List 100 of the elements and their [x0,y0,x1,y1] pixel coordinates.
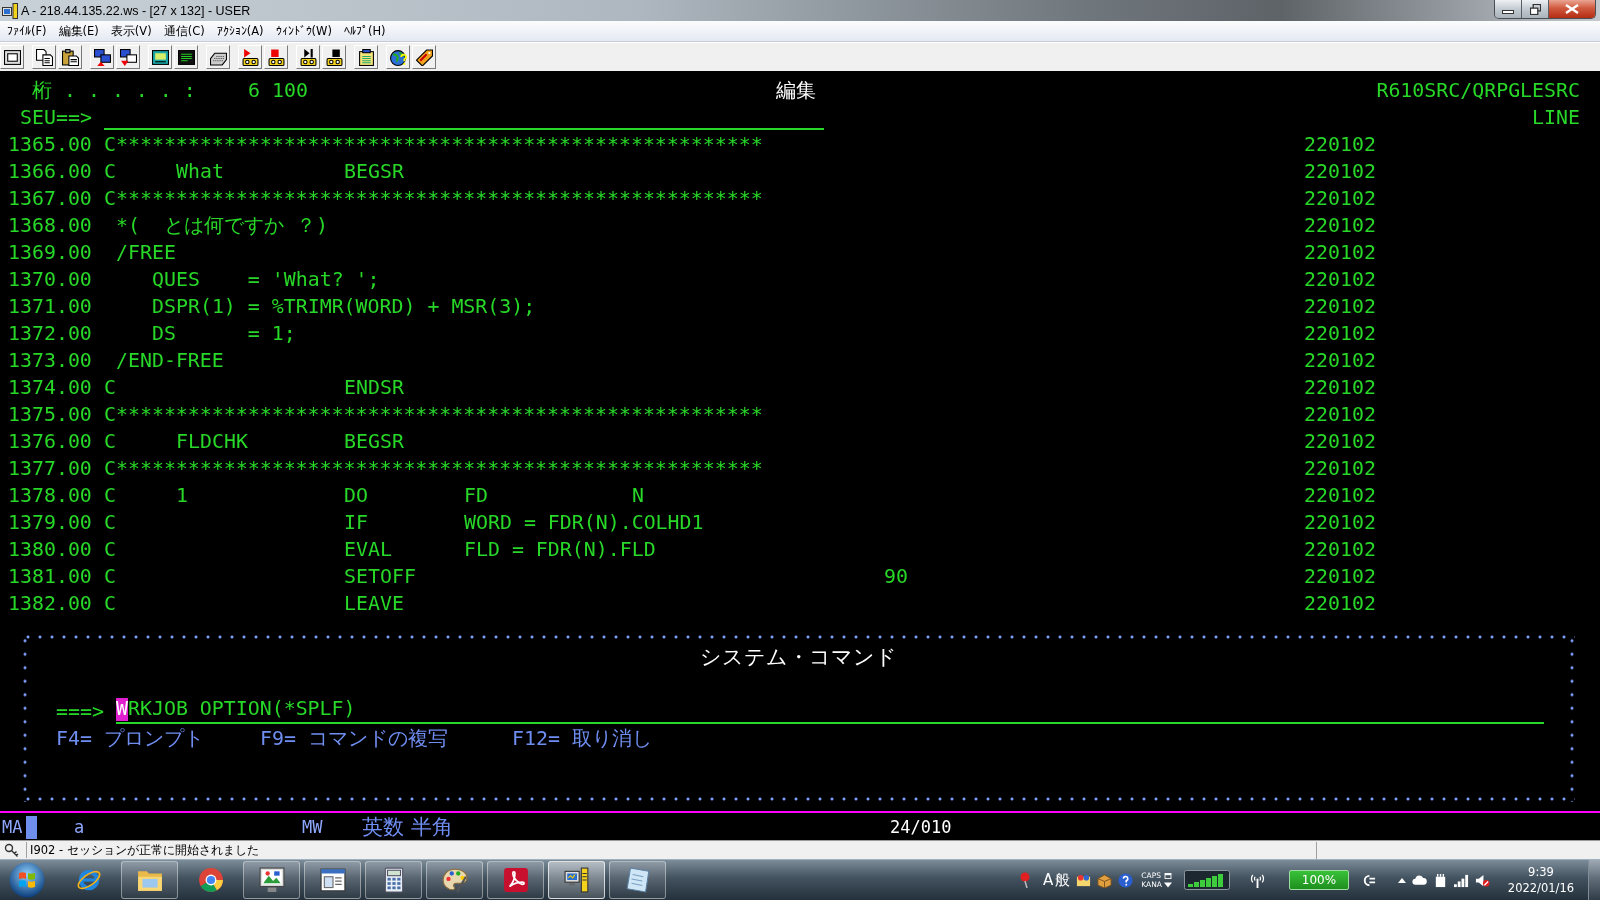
help-icon[interactable] [1118,872,1134,888]
factor-two: FLD = FDR(N).FLD [464,536,656,563]
monitors-arrow-up-icon [93,48,111,66]
menu-item[interactable]: ﾌｧｲﾙ(F) [1,23,53,39]
tape-stop-button[interactable] [264,45,288,69]
antenna-icon[interactable] [1250,872,1265,888]
sequence-number: 1376.00 [8,428,92,455]
input-mode-indicator: 英数 半角 [362,814,453,841]
minimize-button[interactable] [1495,0,1522,18]
browser-icon [197,867,224,893]
terminal-button[interactable] [174,45,198,69]
function-key-hint[interactable]: F4= プロンプト [56,724,204,752]
sequence-number: 1372.00 [8,320,92,347]
clock-date[interactable]: 2022/01/16 [1507,880,1575,896]
paste-button[interactable] [58,45,82,69]
change-date: 220102 [1304,185,1376,212]
menu-item[interactable]: ｳｨﾝﾄﾞｳ(W) [269,23,338,39]
operation-code: DO [344,482,368,509]
function-key-hint[interactable]: F9= コマンドの複写 [260,724,448,752]
tape-play-button[interactable] [238,45,262,69]
monitor-picture-icon [258,867,285,893]
comment-text: C****************************************************** [104,131,763,158]
ime-mode-indicator[interactable]: A [1043,871,1054,889]
plug-icon[interactable] [1361,872,1376,888]
signal-strength-icon[interactable] [1454,872,1469,888]
comment-text: C****************************************************** [104,455,763,482]
close-button[interactable] [1549,0,1595,18]
toolbox-icon[interactable] [1097,872,1113,888]
copy-button[interactable] [32,45,56,69]
operation-code: BEGSR [344,428,404,455]
spec-letter: C [104,509,116,536]
show-hidden-icon[interactable] [1398,877,1406,883]
ime-kanji-indicator[interactable]: 般 [1055,870,1071,890]
code-statement: DS = 1; [152,320,296,347]
close-icon [1565,4,1579,14]
operation-code: LEAVE [344,590,404,617]
show-desktop-button[interactable] [1588,860,1600,900]
taskbar-button[interactable] [609,861,666,899]
directive-text: *( とは何ですか ？) [116,212,328,239]
taskbar-button[interactable] [487,861,544,899]
note-icon [624,867,651,893]
window-small-icon[interactable] [1164,872,1172,879]
tape-stop-icon [325,48,343,66]
menu-item[interactable]: 表示(V) [104,22,158,40]
notepad-button[interactable] [354,45,378,69]
restore-button[interactable] [1522,0,1549,18]
monitors-arrow-down-button[interactable] [116,45,140,69]
taskbar-button[interactable] [365,861,422,899]
sequence-number: 1371.00 [8,293,92,320]
monitors-arrow-up-button[interactable] [90,45,114,69]
ime-pad-icon[interactable] [1076,872,1092,888]
menu-item[interactable]: 通信(C) [157,22,211,40]
window-frame-button[interactable] [0,45,24,69]
taskbar-button[interactable] [548,861,605,899]
taskbar-button[interactable] [426,861,483,899]
sequence-number: 1378.00 [8,482,92,509]
message-waiting-indicator: MW [302,817,323,837]
display-button[interactable] [148,45,172,69]
tape-play-pause-icon [299,48,317,66]
menu-item[interactable]: 編集(E) [52,22,105,40]
clock-time[interactable]: 9:39 [1528,864,1554,880]
sequence-number: 1382.00 [8,590,92,617]
notepad-icon [357,48,375,66]
terminal-icon [563,867,590,893]
change-date: 220102 [1304,293,1376,320]
operation-code: BEGSR [344,158,404,185]
taskbar-button[interactable] [243,861,300,899]
palette-icon [441,867,468,893]
operation-code: SETOFF [344,563,416,590]
operation-code: ENDSR [344,374,404,401]
tag-button[interactable] [412,45,436,69]
globe-help-button[interactable] [386,45,410,69]
keyboard-button[interactable] [206,45,230,69]
sequence-number: 1373.00 [8,347,92,374]
tape-stop-icon [267,48,285,66]
result-name: N [632,482,644,509]
menu-item[interactable]: ｱｸｼｮﾝ(A) [210,23,270,39]
cloud-icon[interactable] [1412,872,1427,888]
operation-code: EVAL [344,536,392,563]
comment-text: C****************************************************** [104,185,763,212]
edit-mode: LINE [1532,104,1580,131]
function-key-hint[interactable]: F12= 取り消し [512,724,652,752]
taskbar-button[interactable] [304,861,361,899]
taskbar-button[interactable] [121,861,178,899]
status-message: I902 - セッションが正常に開始されました [30,842,259,858]
tape-play-pause-button[interactable] [296,45,320,69]
caret-down-icon[interactable] [1164,881,1172,888]
tape-stop-button[interactable] [322,45,346,69]
pin-icon[interactable] [1019,872,1032,888]
change-date: 220102 [1304,158,1376,185]
minimize-icon [1502,9,1514,14]
sequence-number: 1379.00 [8,509,92,536]
window-heading: システム・コマンド [700,643,897,671]
code-statement: DSPR(1) = %TRIMR(WORD) + MSR(3); [152,293,536,320]
signal-bars-icon[interactable] [1184,870,1230,890]
device-icon[interactable] [1433,872,1448,888]
menu-item[interactable]: ﾍﾙﾌﾟ(H) [337,23,392,39]
change-date: 220102 [1304,347,1376,374]
start-orb-icon [9,862,45,898]
paste-icon [61,48,79,66]
